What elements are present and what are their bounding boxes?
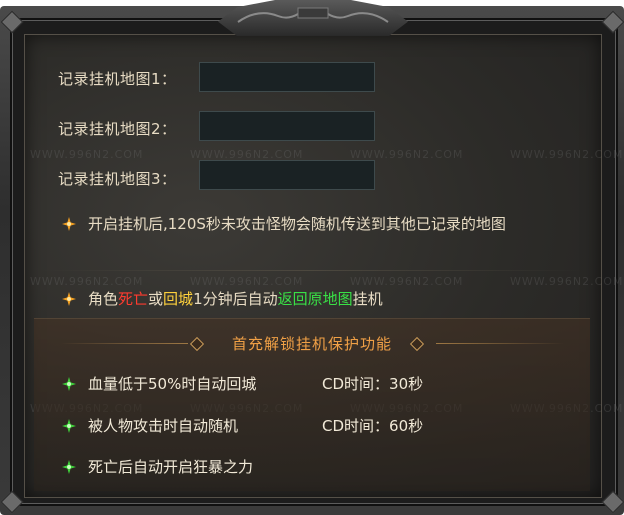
tip-text-after-minute: 1分钟后自动 — [193, 290, 278, 308]
watermark: WWW.996N2.COM — [30, 275, 144, 288]
tip-random-teleport: 开启挂机后,120S秒未攻击怪物会随机传送到其他已记录的地图 — [62, 213, 506, 234]
watermark: WWW.996N2.COM — [510, 275, 624, 288]
green-star-icon — [62, 376, 76, 391]
feature-auto-random: 被人物攻击时自动随机 CD时间：60秒 — [62, 415, 423, 436]
tip-text-or: 或 — [148, 290, 164, 308]
tip-random-teleport-text: 开启挂机后,120S秒未攻击怪物会随机传送到其他已记录的地图 — [88, 215, 506, 233]
map-2-label: 记录挂机地图2： — [58, 120, 177, 138]
top-ornament — [218, 0, 408, 36]
map-1-field[interactable] — [199, 62, 375, 92]
map-1-label: 记录挂机地图1： — [58, 70, 177, 88]
tip-text-hangup: 挂机 — [352, 290, 383, 308]
orange-star-icon — [62, 291, 76, 306]
feature-cooldown: CD时间：30秒 — [322, 375, 424, 393]
section-title: 首充解锁挂机保护功能 — [231, 335, 392, 353]
feature-auto-return: 血量低于50%时自动回城 CD时间：30秒 — [62, 373, 423, 394]
watermark: WWW.996N2.COM — [510, 148, 624, 161]
tip-text-death: 死亡 — [118, 290, 149, 308]
tip-text-role: 角色 — [88, 290, 119, 308]
feature-text: 被人物攻击时自动随机 — [88, 417, 239, 435]
tip-text-return-map: 返回原地图 — [277, 290, 353, 308]
tip-auto-return: 角色 死亡或回城 1分钟后自动 返回原地图 挂机 — [62, 288, 383, 309]
orange-star-icon — [62, 216, 76, 231]
map-3-label: 记录挂机地图3： — [58, 170, 177, 188]
hangup-settings-window: WWW.996N2.COM WWW.996N2.COM WWW.996N2.CO… — [0, 0, 624, 515]
tip-text-return-city: 回城 — [163, 290, 194, 308]
feature-cooldown: CD时间：60秒 — [322, 417, 424, 435]
watermark: WWW.996N2.COM — [30, 148, 144, 161]
feature-text: 血量低于50%时自动回城 — [88, 375, 257, 393]
watermark: WWW.996N2.COM — [190, 275, 304, 288]
map-2-field[interactable] — [199, 111, 375, 141]
feature-berserk: 死亡后自动开启狂暴之力 — [62, 456, 253, 477]
feature-text: 死亡后自动开启狂暴之力 — [88, 458, 254, 476]
watermark: WWW.996N2.COM — [350, 275, 464, 288]
divider — [40, 270, 584, 271]
green-star-icon — [62, 418, 76, 433]
map-3-field[interactable] — [199, 160, 375, 190]
green-star-icon — [62, 459, 76, 474]
